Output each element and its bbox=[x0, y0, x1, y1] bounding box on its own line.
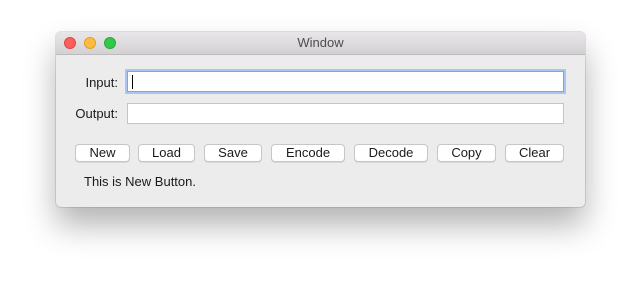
status-message: This is New Button. bbox=[84, 174, 196, 189]
decode-button[interactable]: Decode bbox=[354, 144, 428, 162]
text-caret bbox=[132, 75, 133, 89]
output-field[interactable] bbox=[127, 103, 564, 124]
title-bar[interactable]: Window bbox=[56, 32, 585, 55]
app-window: Window Input: Output: New Load Save Enco… bbox=[56, 32, 585, 207]
clear-button[interactable]: Clear bbox=[505, 144, 564, 162]
new-button[interactable]: New bbox=[75, 144, 130, 162]
load-button[interactable]: Load bbox=[138, 144, 195, 162]
save-button[interactable]: Save bbox=[204, 144, 262, 162]
encode-button[interactable]: Encode bbox=[271, 144, 345, 162]
input-field[interactable] bbox=[127, 71, 564, 92]
window-title: Window bbox=[297, 35, 344, 50]
copy-button[interactable]: Copy bbox=[437, 144, 496, 162]
input-label: Input: bbox=[85, 75, 118, 90]
output-label: Output: bbox=[75, 106, 118, 121]
